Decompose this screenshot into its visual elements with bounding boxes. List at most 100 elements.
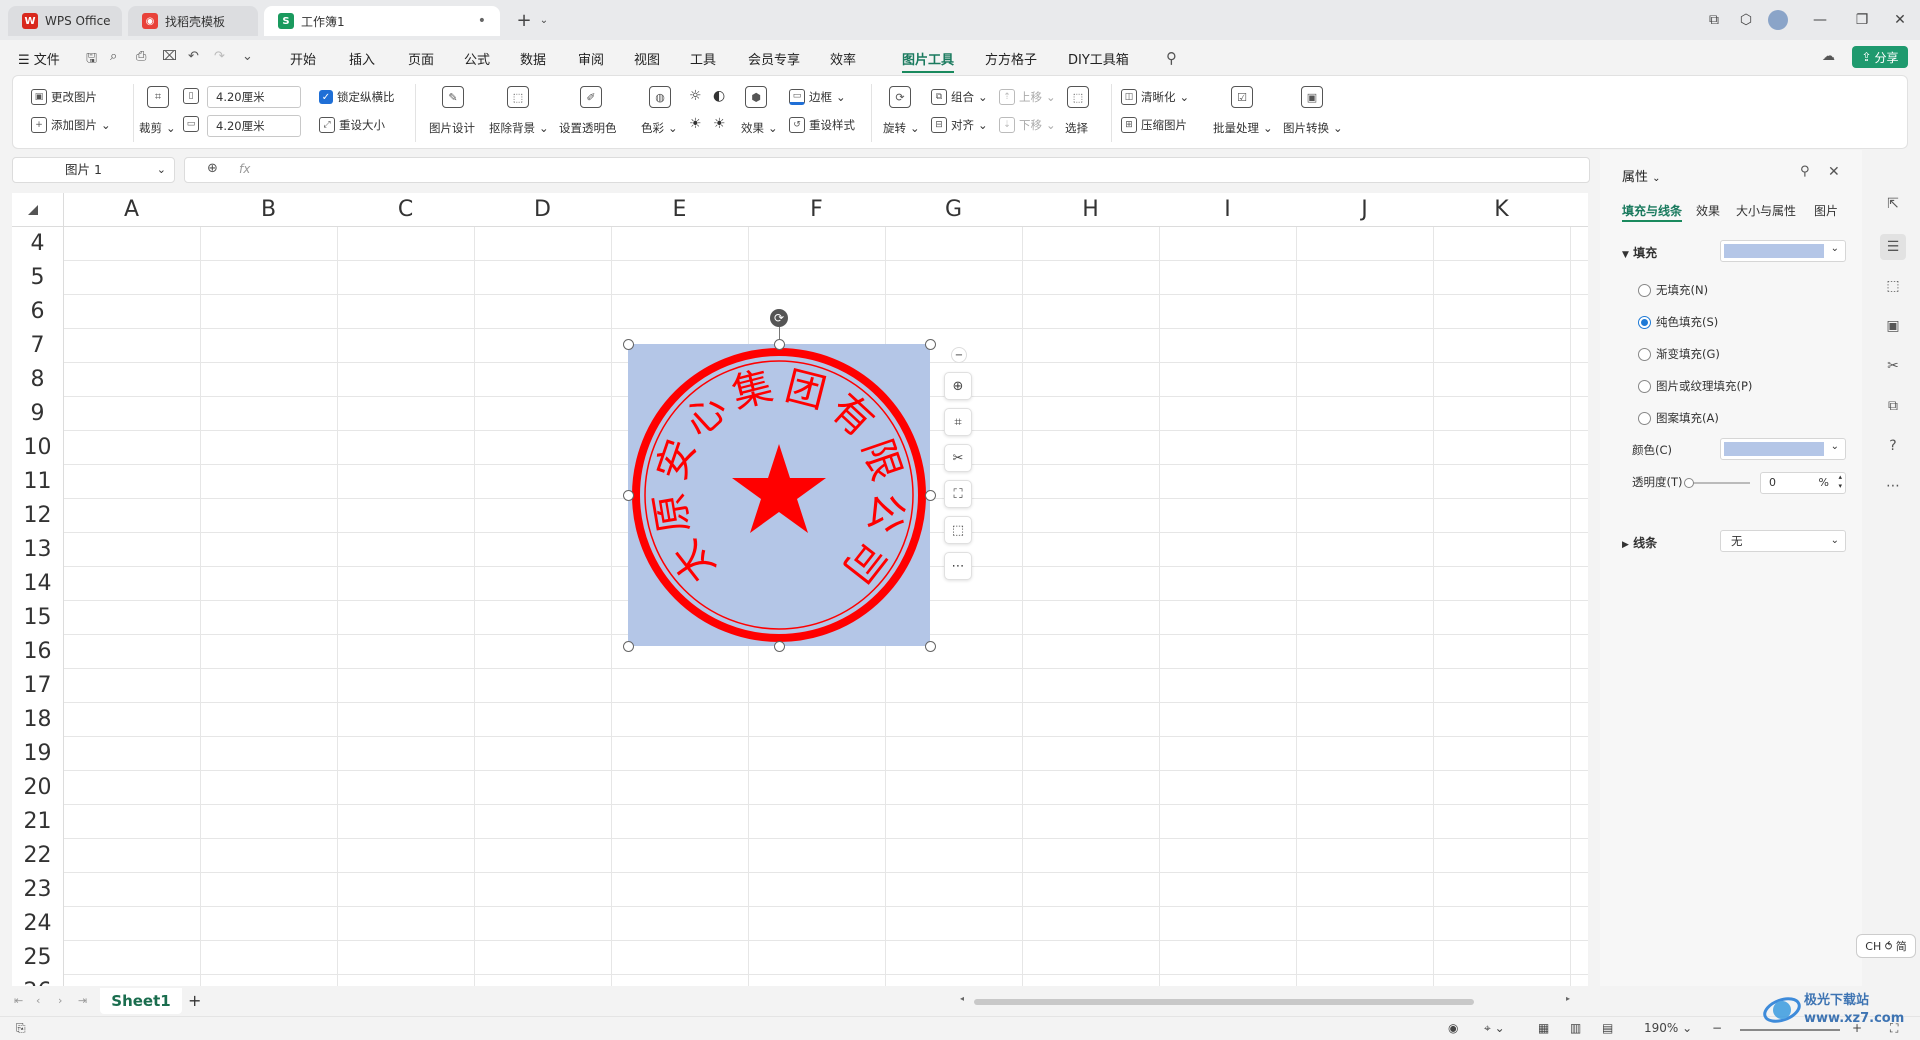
add-picture-button[interactable]: + 添加图片 ⌄	[31, 117, 111, 133]
share-button[interactable]: ⇪ 分享	[1852, 46, 1908, 68]
more-icon[interactable]: ⋯	[944, 552, 972, 580]
pane-title[interactable]: 属性 ⌄	[1622, 166, 1661, 185]
crop-icon[interactable]: ⌗	[147, 86, 169, 108]
eye-protection-icon[interactable]: ◉	[1448, 1021, 1458, 1035]
row-header[interactable]: 19	[12, 736, 63, 770]
slider-knob[interactable]	[1684, 478, 1694, 488]
name-box[interactable]: 图片 1 ⌄	[12, 157, 175, 183]
fx-icon[interactable]: fx	[239, 162, 250, 176]
ribbon-tab[interactable]: 会员专享	[748, 49, 800, 68]
row-header[interactable]: 15	[12, 600, 63, 634]
column-header[interactable]: E	[611, 193, 748, 226]
tab-effects[interactable]: 效果	[1696, 202, 1720, 219]
picture-edit-icon[interactable]: ▣	[1883, 316, 1903, 336]
color-icon[interactable]: ◍	[649, 86, 671, 108]
normal-view-icon[interactable]: ▦	[1538, 1021, 1549, 1035]
close-window-icon[interactable]: ✕	[1886, 8, 1914, 32]
row-header[interactable]: 7	[12, 328, 63, 362]
fill-option[interactable]: 无填充(N)	[1638, 282, 1708, 298]
fill-option[interactable]: 图案填充(A)	[1638, 410, 1719, 426]
picture-design-button[interactable]: 图片设计	[429, 120, 475, 136]
batch-button[interactable]: 批量处理 ⌄	[1213, 120, 1273, 136]
contrast-down-icon[interactable]: ☀	[713, 116, 726, 132]
shape-icon[interactable]: ⬚	[1883, 276, 1903, 296]
tools-icon[interactable]: ✂	[944, 444, 972, 472]
row-header[interactable]: 6	[12, 294, 63, 328]
sharpen-button[interactable]: ◫ 清晰化 ⌄	[1121, 89, 1189, 105]
ime-indicator[interactable]: CH ⥀ 简	[1856, 934, 1916, 958]
reset-size-button[interactable]: ⤢ 重设大小	[319, 117, 385, 133]
ribbon-tab[interactable]: 开始	[290, 49, 316, 68]
transparency-slider[interactable]	[1684, 478, 1750, 488]
column-header[interactable]: K	[1433, 193, 1570, 226]
select-icon[interactable]: ⬚	[1067, 86, 1089, 108]
properties-icon[interactable]: ☰	[1880, 234, 1906, 260]
row-header[interactable]: 20	[12, 770, 63, 804]
convert-icon[interactable]: ▣	[1301, 86, 1323, 108]
tab-picture[interactable]: 图片	[1814, 202, 1838, 219]
move-up-button[interactable]: ⇡ 上移 ⌄	[999, 89, 1056, 105]
ribbon-tab[interactable]: DIY工具箱	[1068, 49, 1129, 68]
window-layout-icon[interactable]: ⧉	[1700, 8, 1728, 32]
sheet-tab[interactable]: Sheet1	[100, 988, 182, 1014]
image-select-icon[interactable]: ⬚	[944, 516, 972, 544]
redo-icon[interactable]: ↷	[214, 49, 225, 64]
ribbon-tab[interactable]: 公式	[464, 49, 490, 68]
print-preview-icon[interactable]: ⌧	[162, 49, 177, 64]
scan-icon[interactable]: ⛶	[944, 480, 972, 508]
help-icon[interactable]: ?	[1883, 436, 1903, 456]
ribbon-tab[interactable]: 数据	[520, 49, 546, 68]
fill-option[interactable]: 纯色填充(S)	[1638, 314, 1718, 330]
first-sheet-icon[interactable]: ⇤	[14, 994, 23, 1007]
resize-handle[interactable]	[925, 339, 936, 350]
tab-fill-line[interactable]: 填充与线条	[1622, 202, 1682, 219]
file-menu[interactable]: ☰ 文件	[18, 49, 60, 68]
column-header[interactable]: I	[1159, 193, 1296, 226]
convert-button[interactable]: 图片转换 ⌄	[1283, 120, 1343, 136]
cube-icon[interactable]: ⬡	[1732, 8, 1760, 32]
column-header[interactable]: C	[337, 193, 474, 226]
row-header[interactable]: 24	[12, 906, 63, 940]
ribbon-tab[interactable]: 工具	[690, 49, 716, 68]
effects-icon[interactable]: ⬢	[745, 86, 767, 108]
row-header[interactable]: 8	[12, 362, 63, 396]
row-header[interactable]: 26	[12, 974, 63, 987]
line-section-toggle[interactable]: ▶ 线条	[1622, 534, 1657, 551]
next-sheet-icon[interactable]: ›	[58, 994, 62, 1007]
set-transparent-button[interactable]: 设置透明色	[559, 120, 617, 136]
row-header[interactable]: 4	[12, 226, 63, 260]
border-button[interactable]: ▭ 边框 ⌄	[789, 89, 846, 105]
add-sheet-icon[interactable]: +	[188, 991, 201, 1010]
restore-icon[interactable]: ❐	[1848, 8, 1876, 32]
resize-handle[interactable]	[925, 490, 936, 501]
select-all-corner-icon[interactable]	[28, 205, 38, 215]
remove-background-icon[interactable]: ⬚	[507, 86, 529, 108]
ribbon-tab[interactable]: 视图	[634, 49, 660, 68]
zoom-search-icon[interactable]: ⊕	[207, 161, 218, 176]
stepper-icon[interactable]: ▴ ▾	[1838, 473, 1842, 491]
zoom-out-icon[interactable]: −	[1712, 1021, 1722, 1035]
column-header[interactable]: D	[474, 193, 611, 226]
resize-handle[interactable]	[925, 641, 936, 652]
rotate-button[interactable]: 旋转 ⌄	[883, 120, 920, 136]
find-icon[interactable]: ⌕	[110, 49, 117, 64]
quick-access-chevron-icon[interactable]: ⌄	[242, 49, 253, 64]
tab-wps-office[interactable]: W WPS Office	[8, 6, 122, 36]
tab-list-chevron-icon[interactable]: ⌄	[530, 8, 558, 32]
formula-bar[interactable]: ⊕ fx	[184, 157, 1590, 183]
reset-style-button[interactable]: ↺ 重设样式	[789, 117, 855, 133]
change-picture-button[interactable]: ▣ 更改图片	[31, 89, 97, 105]
row-header[interactable]: 25	[12, 940, 63, 974]
row-header[interactable]: 18	[12, 702, 63, 736]
more-icon[interactable]: ⋯	[1883, 476, 1903, 496]
color-dropdown[interactable]: ⌄	[1720, 438, 1846, 460]
height-input[interactable]: 4.20厘米	[207, 115, 301, 137]
crop-float-icon[interactable]: ⌗	[944, 408, 972, 436]
set-transparent-icon[interactable]: ✐	[580, 86, 602, 108]
line-dropdown[interactable]: 无 ⌄	[1720, 530, 1846, 552]
crop-button[interactable]: 裁剪 ⌄	[139, 120, 176, 136]
pointer-icon[interactable]: ⇱	[1883, 194, 1903, 214]
macro-icon[interactable]: ⎘	[16, 1021, 26, 1036]
row-header[interactable]: 17	[12, 668, 63, 702]
zoom-level[interactable]: 190% ⌄	[1644, 1021, 1692, 1035]
